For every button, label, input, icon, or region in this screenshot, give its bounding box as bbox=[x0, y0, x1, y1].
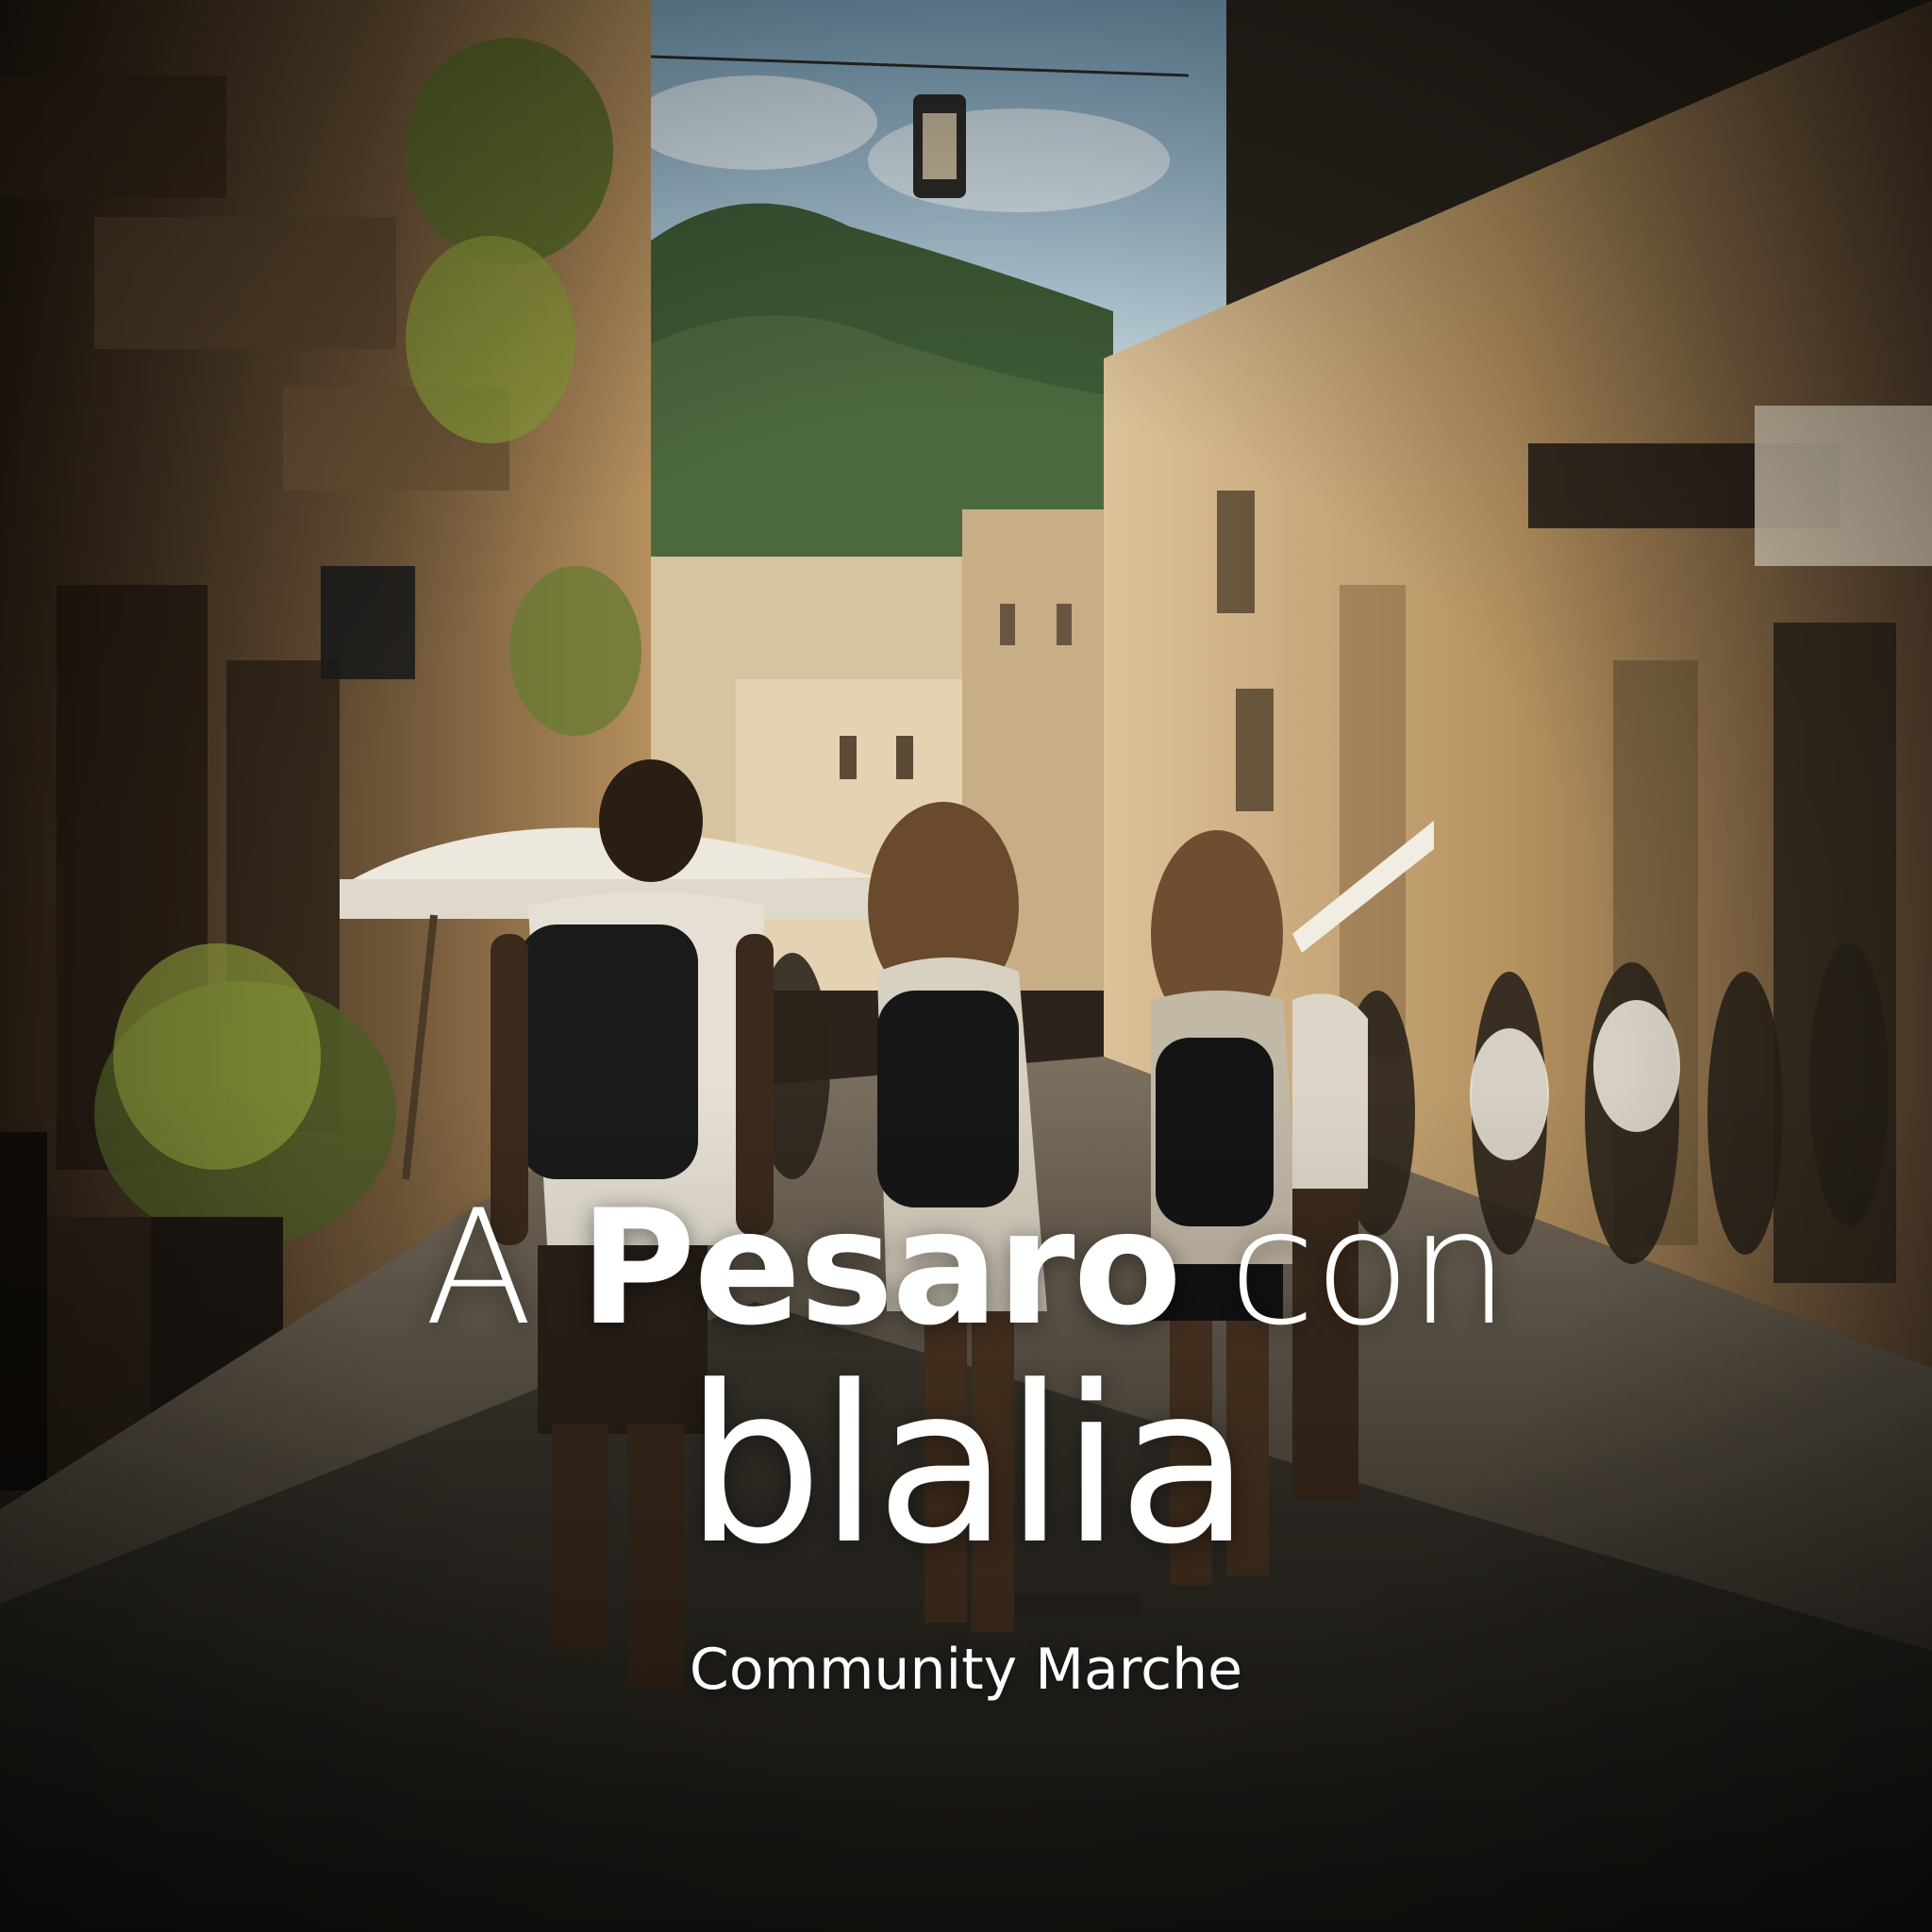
headline-city: Pesaro bbox=[579, 1175, 1182, 1360]
tagline: Community Marche bbox=[689, 1637, 1243, 1703]
headline: A Pesaro con bbox=[0, 1189, 1932, 1347]
headline-word-con: con bbox=[1228, 1175, 1509, 1360]
headline-word-a: A bbox=[424, 1175, 533, 1360]
brand-logo-text: blalia bbox=[685, 1341, 1251, 1592]
